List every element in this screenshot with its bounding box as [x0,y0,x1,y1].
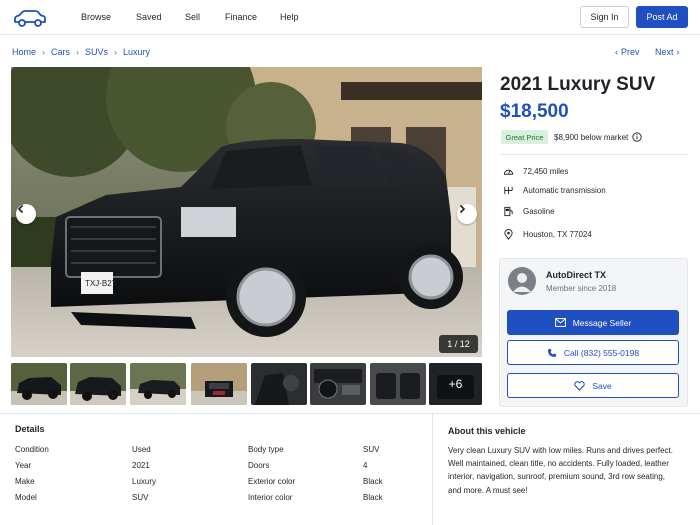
divider [500,154,688,155]
prev-link[interactable]: ‹ Prev [615,47,640,57]
prev-label: Prev [621,47,640,57]
detail-key: Body type [248,445,284,454]
price-badge: Great Price [501,130,548,144]
call-seller-label: Call (832) 555-0198 [563,347,640,358]
detail-key: Model [15,493,37,502]
detail-key: Make [15,477,35,486]
gearbox-icon [504,186,513,195]
envelope-icon [554,318,566,327]
save-listing-label: Save [592,380,612,391]
heart-icon [574,380,586,391]
user-icon [513,273,531,292]
nav-saved[interactable]: Saved [136,12,162,22]
detail-key: Doors [248,461,270,470]
spec-transmission-text: Automatic transmission [523,186,606,195]
detail-value: 4 [363,461,368,470]
details-heading: Details [15,424,45,434]
detail-value: Luxury [132,477,157,486]
breadcrumb-separator: › [42,47,46,57]
seller-name[interactable]: AutoDirect TX [546,270,606,280]
photo-prev-button[interactable] [16,204,36,224]
breadcrumb: Home › Cars › SUVs › Luxury [12,47,150,57]
svg-text:TXJ·B27: TXJ·B27 [85,279,117,288]
save-listing-button[interactable]: Save [507,373,679,398]
detail-value: SUV [132,493,149,502]
spec-mileage-text: 72,450 miles [523,167,569,176]
nav-browse[interactable]: Browse [81,12,111,22]
divider [432,414,433,525]
detail-value: Black [363,493,383,502]
more-photos-count: +6 [429,363,482,405]
breadcrumb-suvs[interactable]: SUVs [85,47,108,57]
post-ad-button[interactable]: Post Ad [636,6,688,28]
chevron-right-icon: › [676,47,680,57]
thumbnail[interactable] [251,363,307,405]
detail-value: Used [132,445,151,454]
breadcrumb-home[interactable]: Home [12,47,36,57]
info-icon[interactable] [632,132,642,142]
location-pin-icon [504,229,513,240]
breadcrumb-luxury[interactable]: Luxury [123,47,150,57]
spec-transmission: Automatic transmission [503,185,606,196]
chevron-left-icon [17,204,24,214]
chevron-right-icon [459,204,466,214]
chevron-left-icon: ‹ [615,47,618,57]
sign-in-button[interactable]: Sign In [580,6,629,28]
detail-value: 2021 [132,461,150,470]
breadcrumb-separator: › [76,47,80,57]
fuel-pump-icon [504,206,513,217]
detail-key: Condition [15,445,49,454]
thumbnail[interactable] [130,363,186,405]
thumbnail[interactable] [310,363,366,405]
more-photos-thumbnail[interactable]: +6 [429,363,482,405]
top-navbar: Browse Saved Sell Finance Help Sign In P… [0,0,700,35]
car-icon[interactable] [12,7,48,29]
main-photo[interactable]: TXJ·B27 [11,67,482,357]
about-description: Very clean Luxury SUV with low miles. Ru… [448,446,673,495]
thumbnail[interactable] [370,363,426,405]
spec-fuel-text: Gasoline [523,207,555,216]
thumbnail[interactable] [11,363,67,405]
next-link[interactable]: Next › [655,47,680,57]
avatar [508,267,536,295]
spec-location: Houston, TX 77024 [503,229,592,240]
message-seller-label: Message Seller [572,317,632,328]
spec-location-text: Houston, TX 77024 [523,230,592,239]
below-market-text: $8,900 below market [554,133,629,142]
detail-key: Year [15,461,32,470]
nav-sell[interactable]: Sell [185,12,200,22]
nav-finance[interactable]: Finance [225,12,257,22]
photo-counter: 1 / 12 [439,335,478,353]
breadcrumb-cars[interactable]: Cars [51,47,70,57]
message-seller-button[interactable]: Message Seller [507,310,679,335]
spec-mileage: 72,450 miles [503,166,568,177]
thumbnail[interactable] [70,363,126,405]
detail-key: Exterior color [248,477,296,486]
divider [0,413,700,414]
thumbnail[interactable] [191,363,247,405]
listing-title: 2021 Luxury SUV [500,74,656,95]
about-heading: About this vehicle [448,426,526,436]
suv-photo-illustration: TXJ·B27 [11,67,482,357]
call-seller-button[interactable]: Call (832) 555-0198 [507,340,679,365]
seller-since: Member since 2018 [546,284,617,293]
detail-key: Interior color [248,493,293,502]
photo-next-button[interactable] [457,204,477,224]
breadcrumb-separator: › [114,47,118,57]
listing-price: $18,500 [500,101,569,122]
phone-icon [547,348,556,357]
detail-value: SUV [363,445,380,454]
detail-value: Black [363,477,383,486]
nav-help[interactable]: Help [280,12,299,22]
spec-fuel: Gasoline [503,206,555,217]
next-label: Next [655,47,674,57]
speedometer-icon [503,169,514,175]
